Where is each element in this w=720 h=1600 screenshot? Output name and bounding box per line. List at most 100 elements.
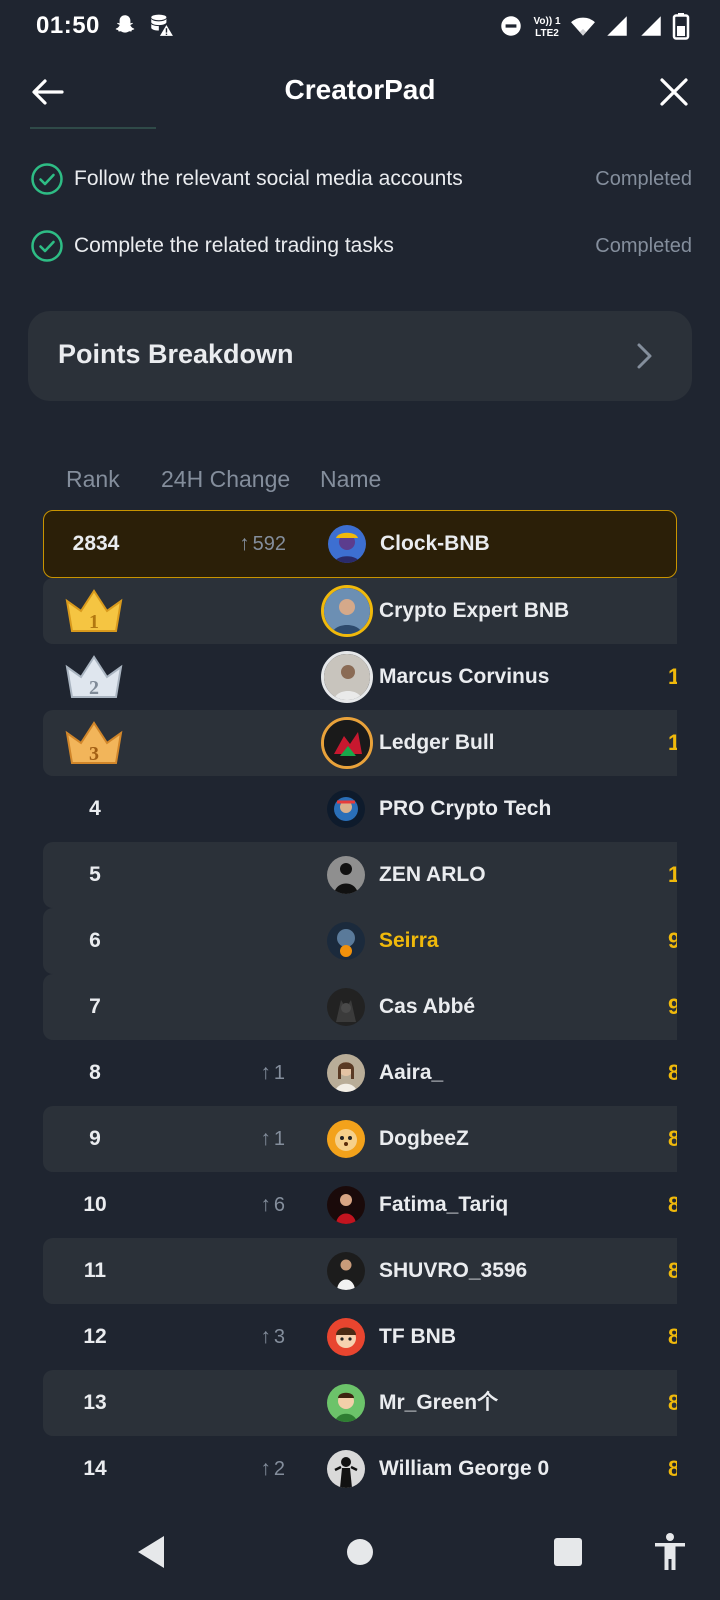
- wifi-icon: [571, 17, 595, 36]
- leaderboard-row[interactable]: 14 ↑ 2 William George 0 8: [43, 1436, 677, 1502]
- accessibility-icon[interactable]: [648, 1530, 692, 1574]
- app-header: CreatorPad: [0, 58, 720, 124]
- svg-text:Vo)) 1: Vo)) 1: [533, 16, 560, 27]
- silver-crown-icon: 2: [65, 655, 123, 699]
- column-header-name: Name: [320, 466, 382, 492]
- rank-value: 6: [89, 929, 101, 952]
- points-value: [668, 776, 677, 842]
- leaderboard-row-self[interactable]: 2834 ↑ 592 Clock-BNB: [43, 510, 677, 578]
- bronze-crown-icon: 3: [65, 721, 123, 765]
- rank-value: 13: [83, 1391, 107, 1414]
- leaderboard-row[interactable]: 10 ↑ 6 Fatima_Tariq 8: [43, 1172, 677, 1238]
- avatar: [321, 585, 373, 637]
- avatar: [327, 1120, 365, 1158]
- task-status: Completed: [595, 167, 692, 190]
- leaderboard-row[interactable]: 2 Marcus Corvinus 1: [43, 644, 677, 710]
- close-icon[interactable]: [654, 72, 694, 112]
- points-breakdown-button[interactable]: Points Breakdown: [28, 311, 692, 401]
- chevron-right-icon: [637, 343, 652, 369]
- user-name: Marcus Corvinus: [379, 665, 550, 688]
- points-value: 9: [668, 928, 677, 953]
- points-value: 8: [668, 1456, 677, 1481]
- svg-text:3: 3: [89, 743, 99, 765]
- user-name: Aaira_: [379, 1061, 444, 1084]
- points-breakdown-title: Points Breakdown: [58, 339, 294, 369]
- rank-value: 8: [89, 1061, 101, 1084]
- snapchat-icon: [115, 15, 135, 33]
- leaderboard-row[interactable]: 1 Crypto Expert BNB: [43, 578, 677, 644]
- task-label: Follow the relevant social media account…: [74, 167, 463, 190]
- user-name: PRO Crypto Tech: [379, 797, 552, 820]
- svg-text:2: 2: [89, 677, 99, 699]
- user-name: TF BNB: [379, 1325, 456, 1348]
- svg-text:1: 1: [89, 611, 99, 633]
- rank-change: ↑ 2: [260, 1457, 285, 1480]
- leaderboard-row[interactable]: 12 ↑ 3 TF BNB 8: [43, 1304, 677, 1370]
- leaderboard-row[interactable]: 4 PRO Crypto Tech: [43, 776, 677, 842]
- points-value: 1: [668, 730, 677, 755]
- task-item-trading-tasks: Complete the related trading tasks Compl…: [30, 226, 692, 266]
- avatar: [327, 1384, 365, 1422]
- status-bar: 01:50 Vo)) 1 LTE2: [0, 0, 720, 52]
- arrow-up-icon: ↑: [260, 1061, 271, 1084]
- points-value: 1: [668, 862, 677, 887]
- tab-indicator: [30, 127, 156, 129]
- rank-change: ↑ 6: [260, 1193, 285, 1216]
- nav-back-icon[interactable]: [130, 1530, 174, 1574]
- user-name: SHUVRO_3596: [379, 1259, 528, 1282]
- avatar: [328, 525, 366, 563]
- column-header-rank: Rank: [66, 466, 120, 492]
- rank-value: 7: [89, 995, 101, 1018]
- arrow-up-icon: ↑: [260, 1457, 271, 1480]
- points-value: 9: [668, 994, 677, 1019]
- nav-recents-icon[interactable]: [546, 1530, 590, 1574]
- leaderboard-row[interactable]: 5 ZEN ARLO 1: [43, 842, 677, 908]
- avatar: [321, 651, 373, 703]
- nav-home-icon[interactable]: [338, 1530, 382, 1574]
- avatar: [327, 790, 365, 828]
- leaderboard-row[interactable]: 6 Seirra 9: [43, 908, 677, 974]
- user-name: Clock-BNB: [380, 532, 490, 555]
- leaderboard-row[interactable]: 7 Cas Abbé 9: [43, 974, 677, 1040]
- battery-icon: [672, 13, 690, 40]
- signal-icon: [607, 16, 627, 36]
- rank-value: 10: [83, 1193, 107, 1216]
- avatar: [327, 988, 365, 1026]
- storage-warning-icon: [151, 14, 173, 36]
- points-value: 8: [668, 1390, 677, 1415]
- rank-change: ↑ 3: [260, 1325, 285, 1348]
- rank-value: 4: [89, 797, 101, 820]
- leaderboard-row[interactable]: 11 SHUVRO_3596 8: [43, 1238, 677, 1304]
- user-name: DogbeeZ: [379, 1127, 469, 1150]
- points-value: [668, 578, 677, 644]
- volte-icon: Vo)) 1 LTE2: [533, 16, 560, 39]
- leaderboard-row[interactable]: 13 Mr_Green个 8: [43, 1370, 677, 1436]
- user-name: William George 0: [379, 1457, 550, 1480]
- arrow-up-icon: ↑: [260, 1127, 271, 1150]
- rank-change: ↑ 592: [239, 532, 286, 555]
- check-circle-icon: [31, 163, 63, 195]
- points-value: 8: [668, 1192, 677, 1217]
- leaderboard-row[interactable]: 9 ↑ 1 DogbeeZ 8: [43, 1106, 677, 1172]
- points-value: 8: [668, 1258, 677, 1283]
- user-name: Fatima_Tariq: [379, 1193, 509, 1216]
- svg-text:LTE2: LTE2: [535, 28, 559, 39]
- rank-value: 9: [89, 1127, 101, 1150]
- leaderboard-row[interactable]: 8 ↑ 1 Aaira_ 8: [43, 1040, 677, 1106]
- user-name: Mr_Green个: [379, 1391, 499, 1414]
- arrow-up-icon: ↑: [260, 1325, 271, 1348]
- leaderboard-row[interactable]: 3 Ledger Bull 1: [43, 710, 677, 776]
- creatorpad-screen: 01:50 Vo)) 1 LTE2 CreatorPad Follow the …: [0, 0, 720, 1600]
- do-not-disturb-icon: [501, 16, 521, 36]
- avatar: [327, 1450, 365, 1488]
- rank-value: 2834: [72, 532, 120, 555]
- column-header-24h-change: 24H Change: [161, 466, 291, 492]
- rank-change: ↑ 1: [260, 1127, 285, 1150]
- system-nav-bar: [0, 1510, 720, 1600]
- avatar: [327, 1054, 365, 1092]
- check-circle-icon: [31, 230, 63, 262]
- status-time: 01:50: [36, 12, 100, 39]
- arrow-up-icon: ↑: [260, 1193, 271, 1216]
- avatar: [327, 1318, 365, 1356]
- rank-change: ↑ 1: [260, 1061, 285, 1084]
